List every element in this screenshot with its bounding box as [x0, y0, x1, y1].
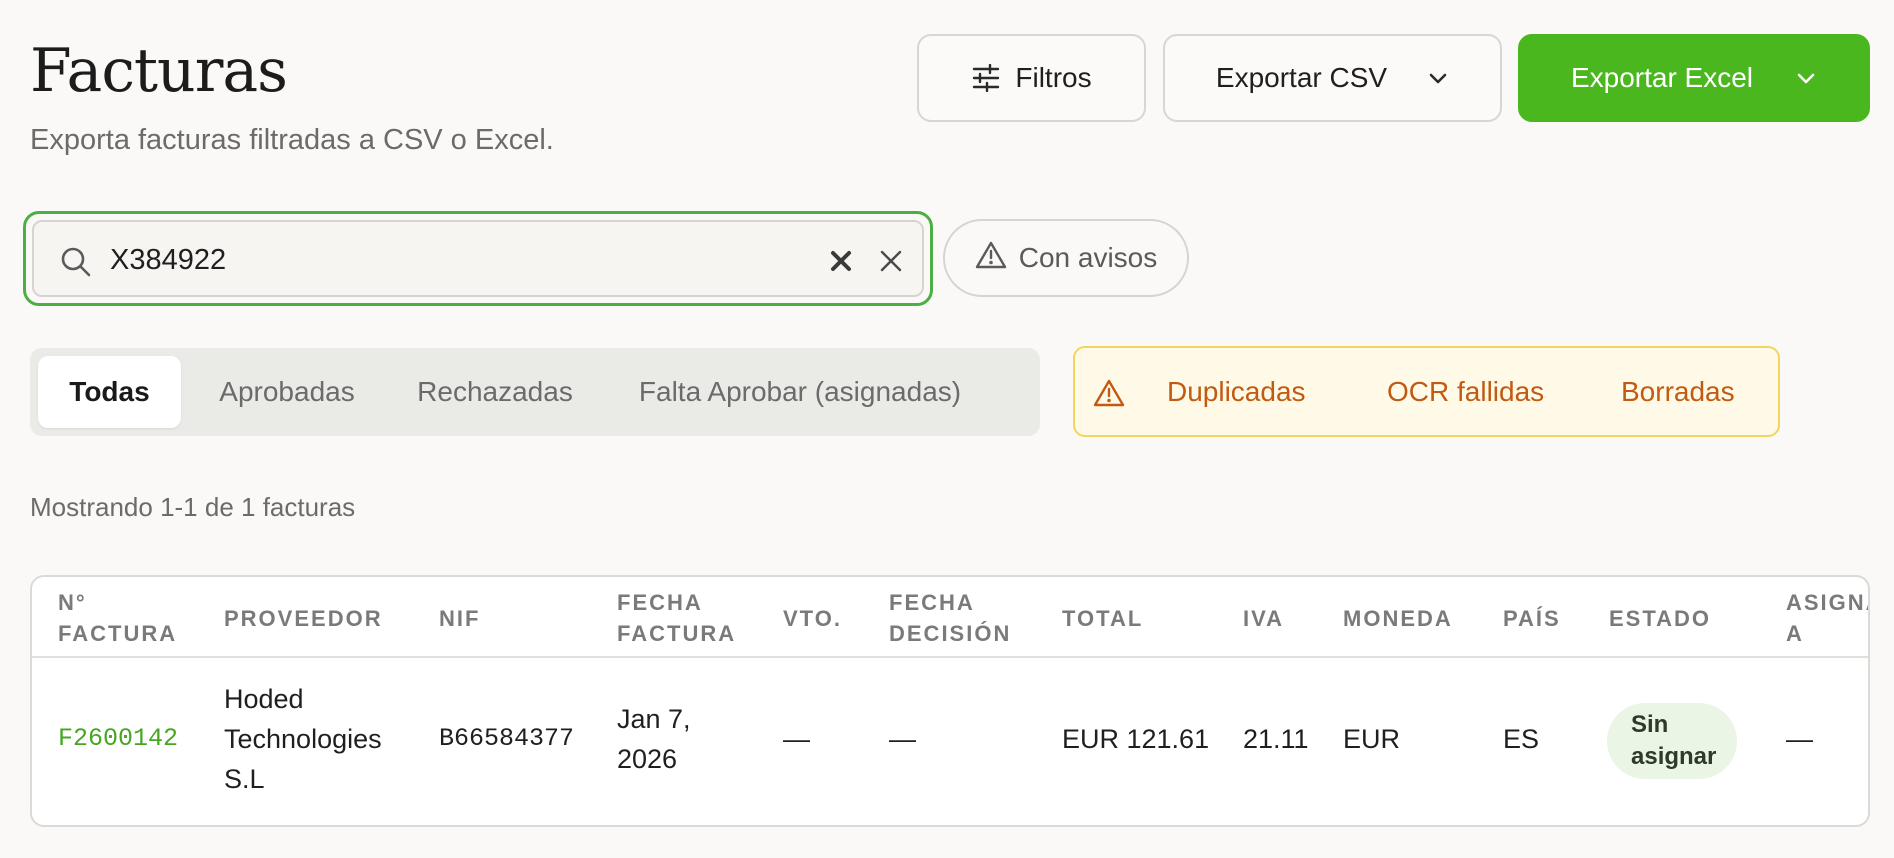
column-header-nif[interactable]: NIF	[439, 603, 480, 634]
export-csv-button[interactable]: Exportar CSV	[1163, 34, 1502, 122]
close-icon[interactable]	[879, 249, 903, 278]
status-tabs: Todas Aprobadas Rechazadas Falta Aprobar…	[30, 348, 1040, 436]
column-header-invoice-date[interactable]: FECHA FACTURA	[617, 587, 736, 649]
tab-aprobadas[interactable]: Aprobadas	[190, 356, 384, 428]
invoice-number-link[interactable]: F2600142	[58, 719, 178, 759]
search-icon	[60, 246, 92, 283]
warning-icon	[1093, 378, 1125, 413]
results-count: Mostrando 1-1 de 1 facturas	[30, 492, 356, 522]
status-badge: Sin asignar	[1607, 703, 1737, 779]
page-title: Facturas	[30, 36, 288, 106]
with-warnings-label: Con avisos	[1018, 242, 1158, 273]
table-cell-nif: B66584377	[439, 724, 575, 753]
page-subtitle: Exporta facturas filtradas a CSV o Excel…	[30, 124, 554, 156]
table-cell-currency: EUR	[1343, 724, 1401, 754]
table-cell-total: EUR 121.61	[1062, 724, 1210, 754]
tab-falta-aprobar[interactable]: Falta Aprobar (asignadas)	[610, 356, 990, 428]
warning-icon	[975, 240, 1007, 277]
table-cell-assigned-to: —	[1786, 724, 1813, 754]
invoices-table: N° FACTURA PROVEEDOR NIF FECHA FACTURA VTO…	[30, 575, 1870, 827]
column-header-due[interactable]: VTO.	[783, 603, 842, 634]
column-header-decision-date[interactable]: FECHA DECISIÓN	[889, 587, 1011, 649]
filter-duplicadas[interactable]: Duplicadas	[1167, 376, 1306, 408]
table-cell-decision-date: —	[889, 724, 916, 754]
column-header-total[interactable]: TOTAL	[1062, 603, 1143, 634]
column-header-assigned-to[interactable]: ASIGNAA	[1786, 587, 1868, 649]
column-header-currency[interactable]: MONEDA	[1343, 603, 1453, 634]
column-header-country[interactable]: PAÍS	[1503, 603, 1561, 634]
export-csv-label: Exportar CSV	[1215, 62, 1388, 93]
sliders-icon	[971, 64, 1001, 92]
warning-filters: Duplicadas OCR fallidas Borradas	[1073, 346, 1780, 437]
chevron-down-icon[interactable]	[1795, 71, 1817, 85]
table-cell-country: ES	[1503, 724, 1540, 754]
tab-rechazadas[interactable]: Rechazadas	[400, 356, 590, 428]
column-header-supplier[interactable]: PROVEEDOR	[224, 603, 383, 634]
column-header-invoice-number[interactable]: N° FACTURA	[58, 587, 177, 649]
table-cell-supplier: Hoded Technologies S.L	[224, 684, 382, 794]
filters-button[interactable]: Filtros	[917, 34, 1146, 122]
table-cell-invoice-date: Jan 7, 2026	[617, 704, 691, 774]
search-field	[32, 220, 924, 297]
filter-ocr-fallidas[interactable]: OCR fallidas	[1387, 376, 1544, 408]
column-header-status[interactable]: ESTADO	[1609, 603, 1711, 634]
with-warnings-filter[interactable]: Con avisos	[943, 219, 1189, 297]
table-header-divider	[32, 656, 1868, 658]
search-input[interactable]	[110, 240, 670, 280]
filters-label: Filtros	[1015, 62, 1092, 93]
export-excel-label: Exportar Excel	[1570, 62, 1754, 93]
export-excel-button[interactable]: Exportar Excel	[1518, 34, 1870, 122]
column-header-iva[interactable]: IVA	[1243, 603, 1284, 634]
table-cell-due: —	[783, 724, 810, 754]
clear-search-icon[interactable]	[829, 249, 853, 278]
tab-todas[interactable]: Todas	[38, 356, 181, 428]
search-box	[23, 211, 933, 306]
chevron-down-icon[interactable]	[1427, 71, 1449, 85]
filter-borradas[interactable]: Borradas	[1621, 376, 1735, 408]
table-cell-iva: 21.11	[1243, 724, 1309, 754]
